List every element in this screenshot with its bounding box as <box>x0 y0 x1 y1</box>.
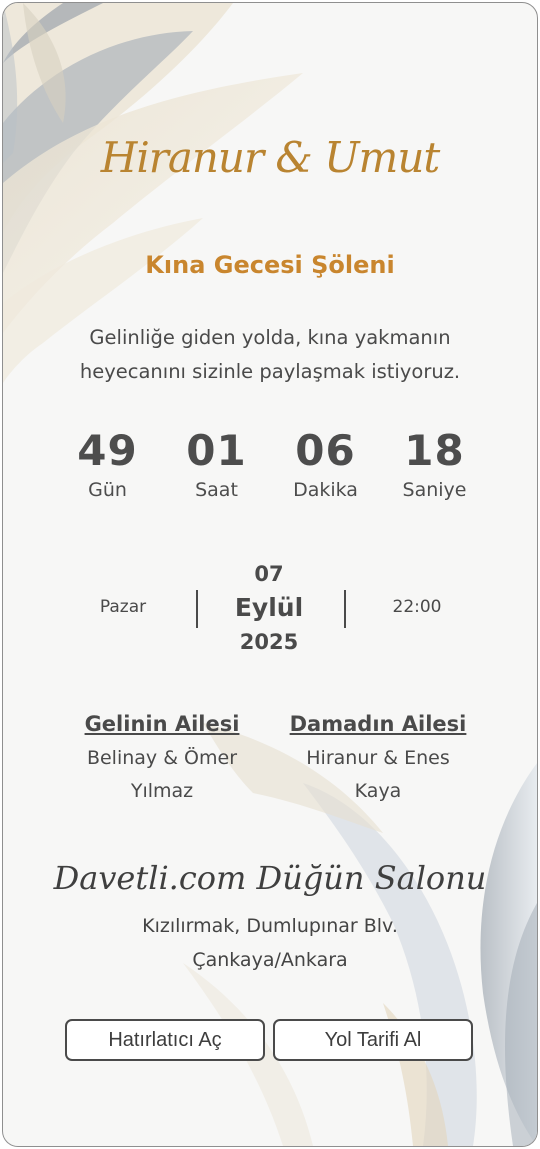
countdown-minutes: 06 Dakika <box>271 425 380 501</box>
event-month: Eylül <box>234 593 304 622</box>
couple-names-title: Hiranur & Umut <box>100 133 441 182</box>
countdown-seconds: 18 Saniye <box>380 425 489 501</box>
groom-family-title: Damadın Ailesi <box>289 712 467 736</box>
directions-button[interactable]: Yol Tarifi Al <box>273 1019 473 1061</box>
countdown-days-value: 49 <box>77 426 138 475</box>
event-time: 22:00 <box>392 597 442 617</box>
countdown-minutes-value: 06 <box>295 426 356 475</box>
date-divider-left <box>196 590 198 628</box>
countdown-days: 49 Gün <box>53 425 162 501</box>
event-day: 07 <box>254 562 284 586</box>
bride-family-names: Belinay & Ömer Yılmaz <box>86 747 238 802</box>
countdown-hours-value: 01 <box>186 426 247 475</box>
countdown-seconds-label: Saniye <box>402 479 467 501</box>
event-title: Kına Gecesi Şöleni <box>145 251 395 279</box>
event-intro-text: Gelinliğe giden yolda, kına yakmanın hey… <box>79 326 461 383</box>
countdown-timer: 49 Gün 01 Saat 06 Dakika 18 Saniye <box>53 425 489 501</box>
event-weekday: Pazar <box>99 597 147 617</box>
groom-family-names: Hiranur & Enes Kaya <box>306 747 450 802</box>
invitation-content: Hiranur & Umut Kına Gecesi Şöleni Gelinl… <box>3 3 537 1146</box>
venue-address: Kızılırmak, Dumlupınar Blv. Çankaya/Anka… <box>142 915 398 971</box>
invitation-card: Hiranur & Umut Kına Gecesi Şöleni Gelinl… <box>2 2 538 1147</box>
event-date-block: Pazar 07 Eylül 2025 22:00 <box>3 559 537 659</box>
countdown-seconds-value: 18 <box>404 426 465 475</box>
reminder-button[interactable]: Hatırlatıcı Aç <box>65 1019 265 1061</box>
countdown-minutes-label: Dakika <box>293 479 358 501</box>
groom-family: Damadın Ailesi Hiranur & Enes Kaya <box>283 709 473 808</box>
bride-family-title: Gelinin Ailesi <box>84 712 240 736</box>
date-divider-right <box>344 590 346 628</box>
countdown-hours: 01 Saat <box>162 425 271 501</box>
event-year: 2025 <box>239 630 299 654</box>
venue-name: Davetli.com Düğün Salonu <box>53 859 487 897</box>
event-date: 07 Eylül 2025 <box>199 559 339 657</box>
countdown-days-label: Gün <box>88 479 127 501</box>
countdown-hours-label: Saat <box>195 479 238 501</box>
bride-family: Gelinin Ailesi Belinay & Ömer Yılmaz <box>67 709 257 808</box>
